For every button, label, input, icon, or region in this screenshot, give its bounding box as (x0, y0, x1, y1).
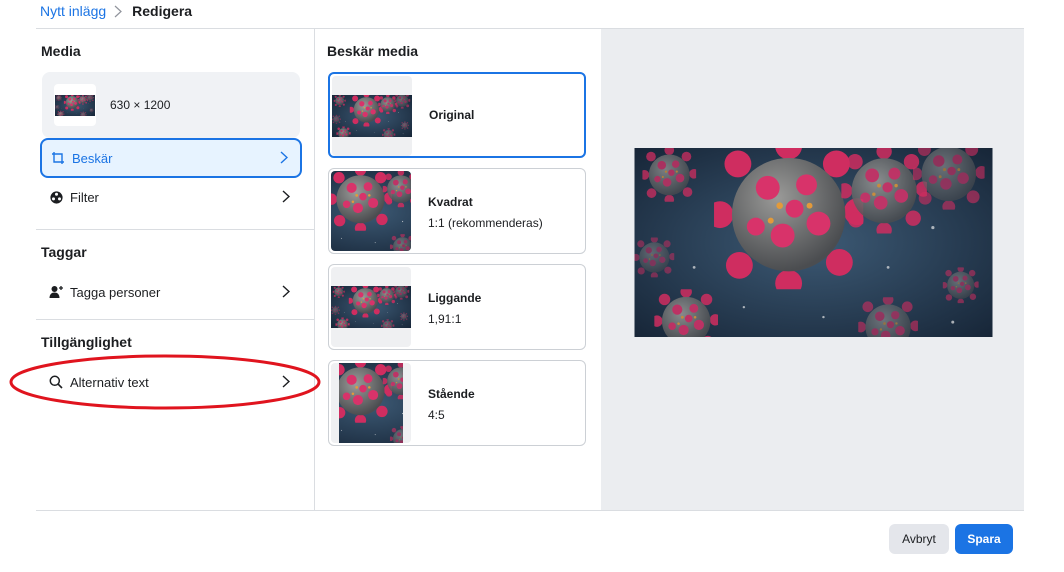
breadcrumb-current: Redigera (132, 3, 193, 19)
filter-icon (48, 189, 64, 205)
crop-thumbnail (331, 363, 411, 443)
edit-sidebar: Media 630 × 1200 Beskär Filter Taggar Ta… (36, 29, 314, 511)
chevron-right-icon (282, 285, 292, 299)
breadcrumb: Nytt inlägg Redigera (40, 2, 192, 20)
alt-text-label: Alternativ text (70, 374, 149, 390)
crop-option-portrait[interactable]: Stående 4:5 (328, 360, 586, 446)
crop-option-name: Original (429, 108, 475, 122)
crop-option-name: Kvadrat (428, 195, 473, 209)
media-thumbnail (54, 84, 96, 126)
crop-option-original[interactable]: Original (328, 72, 586, 158)
crop-option-ratio: 1:1 (rekommenderas) (428, 216, 543, 230)
media-card: 630 × 1200 (42, 72, 300, 138)
crop-thumbnail (332, 76, 412, 156)
chevron-right-icon (282, 190, 292, 204)
breadcrumb-new-post-link[interactable]: Nytt inlägg (40, 3, 106, 19)
section-divider (36, 229, 314, 230)
tag-person-icon (48, 284, 64, 300)
crop-option-name: Liggande (428, 291, 482, 305)
crop-option-name: Stående (428, 387, 475, 401)
crop-icon (50, 150, 66, 166)
crop-thumbnail (331, 267, 411, 347)
chevron-right-icon (282, 375, 292, 389)
crop-section-title: Beskär media (327, 43, 419, 59)
tags-section-title: Taggar (41, 244, 87, 260)
section-divider (36, 319, 314, 320)
chevron-right-icon (114, 3, 124, 19)
crop-option-ratio: 1,91:1 (428, 312, 462, 326)
search-icon (48, 374, 64, 390)
filter-menu-item[interactable]: Filter (40, 177, 302, 217)
tag-people-label: Tagga personer (70, 284, 161, 300)
crop-label: Beskär (72, 150, 113, 166)
media-section-title: Media (41, 43, 81, 59)
preview-image (634, 148, 993, 337)
tag-people-menu-item[interactable]: Tagga personer (40, 272, 302, 312)
save-button[interactable]: Spara (955, 524, 1013, 554)
crop-option-ratio: 4:5 (428, 408, 445, 422)
bottom-divider (36, 510, 1024, 511)
crop-option-square[interactable]: Kvadrat 1:1 (rekommenderas) (328, 168, 586, 254)
crop-option-landscape[interactable]: Liggande 1,91:1 (328, 264, 586, 350)
alt-text-menu-item[interactable]: Alternativ text (40, 362, 302, 402)
accessibility-section-title: Tillgänglighet (41, 334, 132, 350)
crop-thumbnail (331, 171, 411, 251)
chevron-right-icon (280, 151, 290, 165)
preview-panel (601, 29, 1024, 511)
filter-label: Filter (70, 189, 99, 205)
crop-panel: Beskär media Original Kvadrat 1:1 (rekom… (315, 29, 601, 511)
media-dimensions: 630 × 1200 (110, 98, 171, 112)
cancel-button[interactable]: Avbryt (889, 524, 949, 554)
crop-menu-item[interactable]: Beskär (40, 138, 302, 178)
